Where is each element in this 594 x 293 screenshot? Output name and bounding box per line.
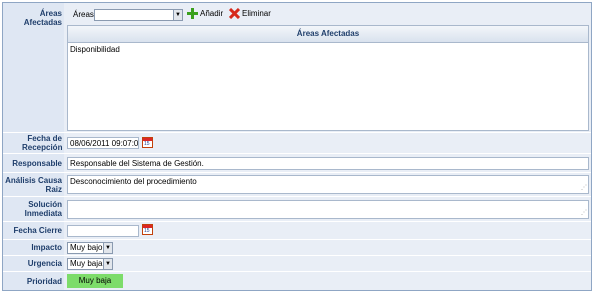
remove-area-button[interactable]: Eliminar bbox=[229, 8, 271, 19]
areas-selector-label: Áreas bbox=[73, 10, 94, 19]
areas-panel: Áreas ▼ Añadir Eliminar Áreas Afectadas bbox=[65, 3, 591, 132]
chevron-down-icon[interactable]: ▼ bbox=[103, 243, 112, 253]
urgencia-label: Urgencia bbox=[3, 256, 64, 271]
row-solucion: Solución Inmediata ⋰ bbox=[3, 197, 591, 222]
list-item[interactable]: Disponibilidad bbox=[68, 43, 588, 57]
row-fecha-cierre: Fecha Cierre bbox=[3, 222, 591, 240]
row-impacto: Impacto Muy bajo ▼ bbox=[3, 240, 591, 256]
resize-grip-icon[interactable]: ⋰ bbox=[581, 184, 587, 193]
urgencia-select[interactable]: Muy baja ▼ bbox=[67, 258, 113, 270]
areas-select[interactable]: ▼ bbox=[94, 9, 183, 21]
resize-grip-icon[interactable]: ⋰ bbox=[581, 209, 587, 218]
chevron-down-icon[interactable]: ▼ bbox=[103, 259, 112, 269]
calendar-icon[interactable] bbox=[142, 137, 153, 148]
solucion-label: Solución Inmediata bbox=[3, 197, 64, 221]
row-responsable: Responsable Responsable del Sistema de G… bbox=[3, 154, 591, 173]
areas-table-header: Áreas Afectadas bbox=[68, 26, 588, 43]
fecha-cierre-field[interactable] bbox=[67, 225, 139, 237]
fecha-recepcion-field[interactable]: 08/06/2011 09:07:00 bbox=[67, 137, 139, 149]
plus-icon bbox=[187, 8, 198, 19]
areas-label: Áreas Afectadas bbox=[3, 3, 64, 132]
solucion-textarea[interactable]: ⋰ bbox=[67, 200, 589, 219]
row-fecha-recepcion: Fecha de Recepción 08/06/2011 09:07:00 bbox=[3, 133, 591, 154]
prioridad-label: Prioridad bbox=[3, 272, 64, 290]
analisis-label: Análisis Causa Raiz bbox=[3, 173, 64, 196]
responsable-field[interactable]: Responsable del Sistema de Gestión. bbox=[67, 157, 589, 170]
impacto-label: Impacto bbox=[3, 240, 64, 255]
chevron-down-icon[interactable]: ▼ bbox=[173, 10, 182, 20]
row-urgencia: Urgencia Muy baja ▼ bbox=[3, 256, 591, 272]
fecha-cierre-label: Fecha Cierre bbox=[3, 222, 64, 239]
row-areas: Áreas Afectadas Áreas ▼ Añadir Eliminar bbox=[3, 3, 591, 133]
impacto-select[interactable]: Muy bajo ▼ bbox=[67, 242, 113, 254]
areas-table: Áreas Afectadas Disponibilidad bbox=[67, 25, 589, 131]
add-area-button[interactable]: Añadir bbox=[187, 8, 223, 19]
calendar-icon[interactable] bbox=[142, 224, 153, 235]
responsable-label: Responsable bbox=[3, 154, 64, 172]
priority-badge: Muy baja bbox=[67, 274, 123, 288]
row-analisis: Análisis Causa Raiz Desconocimiento del … bbox=[3, 173, 591, 197]
fecha-recepcion-label: Fecha de Recepción bbox=[3, 133, 64, 153]
x-icon bbox=[229, 8, 240, 19]
row-prioridad: Prioridad Muy baja bbox=[3, 272, 591, 290]
analisis-textarea[interactable]: Desconocimiento del procedimiento ⋰ bbox=[67, 175, 589, 194]
incident-form: Áreas Afectadas Áreas ▼ Añadir Eliminar bbox=[2, 2, 592, 291]
